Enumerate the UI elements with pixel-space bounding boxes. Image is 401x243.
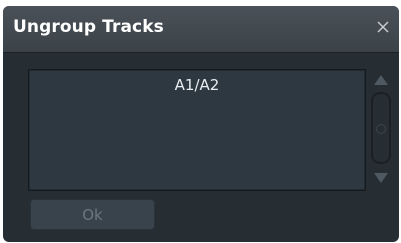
dialog-title: Ungroup Tracks [13,17,164,37]
scrollbar-track[interactable] [371,92,391,164]
close-icon[interactable] [375,19,391,35]
ungroup-tracks-dialog: Ungroup Tracks A1/A2 Ok [3,6,399,242]
ok-button[interactable]: Ok [30,199,155,230]
triangle-down-icon[interactable] [373,169,389,183]
triangle-up-icon[interactable] [373,71,389,85]
dialog-titlebar[interactable]: Ungroup Tracks [3,6,399,53]
track-list[interactable]: A1/A2 [28,69,366,191]
scrollbar-grip[interactable] [376,124,386,134]
list-item[interactable]: A1/A2 [29,76,365,94]
